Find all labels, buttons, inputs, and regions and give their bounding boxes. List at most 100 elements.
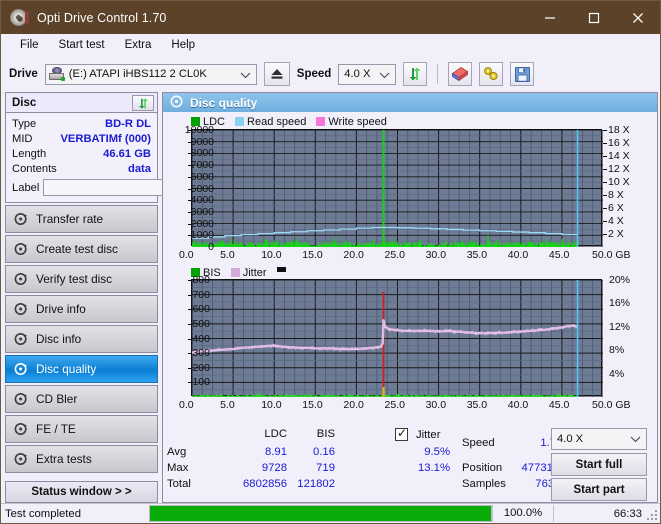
stats-col-header-ldc: LDC [264,428,287,440]
maximize-button[interactable] [572,1,616,34]
chart1-xtick: 5.0 [220,249,235,261]
refresh-button[interactable] [403,62,428,86]
start-full-button[interactable]: Start full [551,453,647,476]
elapsed-time: 66:33 [613,507,642,520]
disc-quality-panel: Disc quality LDC Read speed Write speed [162,92,658,503]
chart1-xtick: 30.0 [425,249,447,261]
chart1-xtick: 40.0 [507,249,529,261]
menu-item-help[interactable]: Help [161,37,205,53]
chart2-xtick: 0.0 [179,399,194,411]
chart1-ytick-mark [188,200,192,202]
chevron-down-icon [379,70,390,82]
sidebar-item-disc-info[interactable]: Disc info [5,325,158,353]
chart2-xtick: 30.0 [425,399,447,411]
disc-verify-icon [14,272,28,286]
app-disc-icon [9,8,29,28]
drive-select[interactable]: (E:) ATAPI iHBS112 2 CL0K [44,63,257,85]
test-speed-select[interactable]: 4.0 X [551,428,647,450]
legend-swatch [316,117,326,126]
sidebar-item-transfer-rate[interactable]: Transfer rate [5,205,158,233]
test-speed-value: 4.0 X [557,433,584,445]
sidebar-item-drive-info[interactable]: Drive info [5,295,158,323]
chart1-legend: LDC Read speed Write speed [163,114,657,129]
disc-quality-icon [170,95,183,111]
chart1-xtick: 25.0 [384,249,405,261]
wrench-icon [483,67,498,81]
chart1-y2tick: 6 X [608,202,624,214]
chart-canvas [192,280,603,397]
stats-jitter-avg: 9.5% [424,446,450,458]
jitter-checkbox[interactable] [395,426,408,444]
chevron-down-icon [240,70,251,82]
stats-row-header-total: Total [167,478,191,490]
menu-bar: File Start test Extra Help [1,34,660,56]
chart1-y2tick-mark [603,182,607,183]
sidebar-item-label: CD Bler [36,392,78,406]
chart1-ytick-mark [188,130,192,131]
sidebar-item-label: FE / TE [36,422,76,436]
disc-row-key: Type [12,117,37,130]
status-window-button[interactable]: Status window > > [5,481,158,503]
chart1-xtick: 45.0 [548,249,570,261]
samples-stat-label: Samples [462,478,506,490]
chart2-xtick: 15.0 [302,399,323,411]
disc-rows: Type BD-R DL MID VERBATIMf (000) Length … [6,113,246,202]
start-part-button[interactable]: Start part [551,478,647,501]
disc-row-contents: Contents data [12,161,151,176]
resize-grip-icon[interactable] [647,510,658,521]
chart2-xtick: 5.0 [220,399,235,411]
close-button[interactable] [616,1,660,34]
tools-button[interactable] [479,62,504,86]
disc-row-value: 46.61 GB [103,147,151,160]
sidebar-item-create-test-disc[interactable]: Create test disc [5,235,158,263]
chart2-xtick: 25.0 [384,399,405,411]
cd-bler-icon [14,392,28,406]
sidebar-item-label: Create test disc [36,242,118,256]
disc-row-value: BD-R DL [105,117,151,130]
disc-rate-icon [14,212,28,226]
chart2-ytick-mark [188,338,192,340]
disc-create-icon [14,242,28,256]
sidebar-item-label: Transfer rate [36,212,104,226]
sidebar-item-verify-test-disc[interactable]: Verify test disc [5,265,158,293]
chart1-ytick-mark [188,141,192,143]
menu-item-file[interactable]: File [10,37,49,53]
erase-button[interactable] [448,62,473,86]
nav-list: Transfer rate Create test disc Verify te… [5,205,158,473]
speed-select[interactable]: 4.0 X [338,63,397,85]
sidebar-item-fe-te[interactable]: FE / TE [5,415,158,443]
eject-button[interactable] [263,62,290,86]
chart-bis-jitter: 800 700 600 500 400 300 200 100 20% 16% 12% 8% 4% 0.… [163,274,657,419]
stats-ldc-max: 9728 [261,462,287,474]
disc-row-key: Length [12,147,47,160]
minimize-button[interactable] [528,1,572,34]
menu-item-extra[interactable]: Extra [115,37,162,53]
menu-item-start-test[interactable]: Start test [49,37,115,53]
progress-bar [149,505,492,522]
chart-ldc-readspeed: 10000 9000 8000 7000 6000 5000 4000 3000 2000 100… [163,124,657,263]
save-button[interactable] [510,62,535,86]
sidebar-item-disc-quality[interactable]: Disc quality [5,355,158,383]
chart1-ytick-mark [188,235,192,237]
panel-header: Disc quality [163,93,657,112]
chart1-xtick: 20.0 [343,249,364,261]
chart1-y2tick: 12 X [608,163,630,175]
position-stat-label: Position [462,462,503,474]
chart1-y2tick: 10 X [608,176,630,188]
chart2-y2tick: 8% [609,344,625,357]
disc-label-caption: Label [12,181,40,194]
disc-row-key: Contents [12,162,57,175]
chart1-xtick: 15.0 [302,249,323,261]
app-window: Opti Drive Control 1.70 File Start test … [0,0,661,524]
disc-info-panel: Disc Type BD-R DL MID VERBATIMf (000) Le… [5,92,246,203]
stats-ldc-total: 6802856 [243,478,287,490]
disc-refresh-button[interactable] [132,95,154,111]
sidebar-item-extra-tests[interactable]: Extra tests [5,445,158,473]
chart1-ytick-mark [188,211,192,213]
toolbar: Drive (E:) ATAPI iHBS112 2 CL0K Speed 4.… [1,56,660,92]
legend-swatch [230,268,240,277]
disc-row-value: VERBATIMf (000) [60,132,151,145]
chart1-plot-area: 10000 9000 8000 7000 6000 5000 4000 3000 2000 100… [185,124,630,253]
sidebar-item-cd-bler[interactable]: CD Bler [5,385,158,413]
chart2-xtick: 35.0 [466,399,488,411]
